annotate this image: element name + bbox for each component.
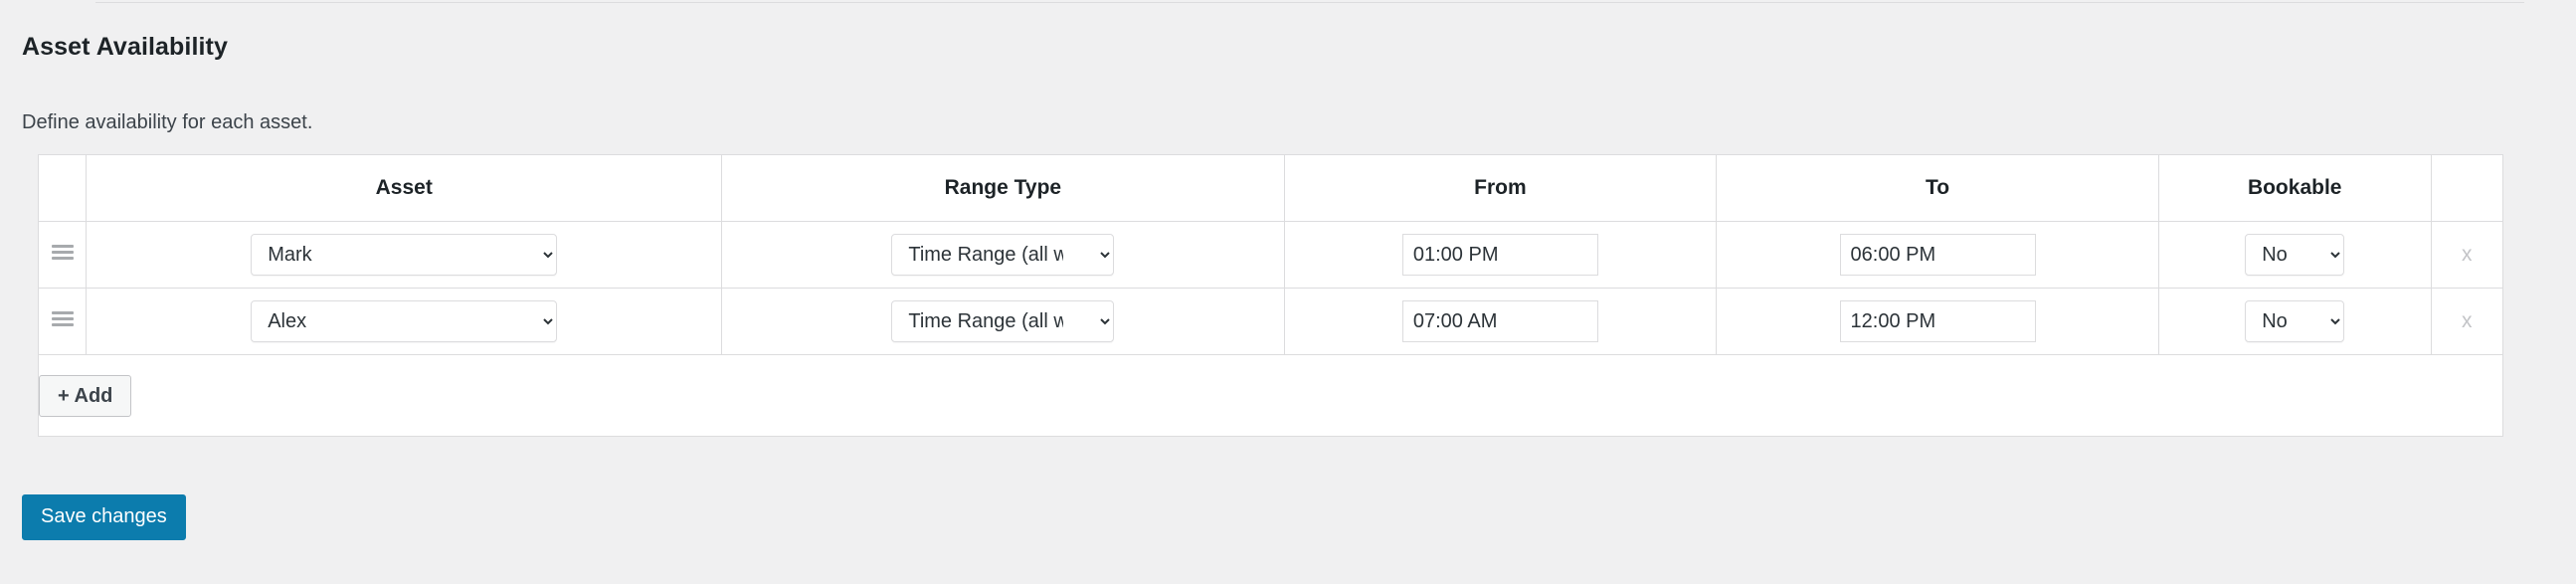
column-header-handle bbox=[37, 154, 88, 222]
asset-availability-page: Asset Availability Define availability f… bbox=[0, 0, 2576, 584]
drag-handle-icon[interactable] bbox=[51, 310, 74, 327]
from-time-input[interactable] bbox=[1401, 300, 1598, 342]
row-to-cell bbox=[1716, 288, 2159, 355]
add-row-button[interactable]: + Add bbox=[39, 374, 132, 417]
row-asset-cell: Alex bbox=[86, 288, 723, 355]
table-header: Asset Range Type From To Bookable bbox=[37, 154, 2504, 222]
column-header-asset: Asset bbox=[86, 154, 723, 222]
bookable-select[interactable]: No bbox=[2245, 300, 2345, 342]
row-handle-cell bbox=[37, 288, 88, 355]
delete-row-button[interactable]: x bbox=[2462, 244, 2473, 265]
table-footer: + Add bbox=[38, 354, 2503, 437]
column-header-delete bbox=[2430, 154, 2504, 222]
range-type-select[interactable]: Time Range (all we bbox=[891, 300, 1115, 342]
row-from-cell bbox=[1283, 288, 1718, 355]
table-header-row: Asset Range Type From To Bookable bbox=[37, 154, 2504, 222]
top-divider bbox=[95, 2, 2524, 3]
column-header-range-type: Range Type bbox=[721, 154, 1285, 222]
from-time-input[interactable] bbox=[1401, 234, 1598, 276]
table-row: Alex Time Range (all we 07:00 AM 12:00 P… bbox=[37, 288, 2504, 355]
asset-availability-table: Asset Range Type From To Bookable Mark T… bbox=[37, 154, 2504, 437]
column-header-bookable: Bookable bbox=[2157, 154, 2432, 222]
row-bookable-cell: No bbox=[2157, 288, 2432, 355]
row-range-type-cell: Time Range (all we bbox=[721, 288, 1285, 355]
range-type-select[interactable]: Time Range (all we bbox=[891, 234, 1115, 276]
row-to-cell bbox=[1716, 221, 2159, 289]
drag-handle-bar bbox=[51, 310, 74, 314]
drag-handle-bar bbox=[51, 256, 74, 260]
save-changes-button[interactable]: Save changes bbox=[22, 494, 186, 540]
column-header-from: From bbox=[1283, 154, 1718, 222]
page-title: Asset Availability bbox=[22, 32, 228, 61]
drag-handle-icon[interactable] bbox=[51, 244, 74, 261]
delete-row-button[interactable]: x bbox=[2462, 310, 2473, 331]
column-header-to: To bbox=[1716, 154, 2159, 222]
add-row-cell: + Add bbox=[38, 354, 2503, 437]
to-time-input[interactable] bbox=[1839, 300, 2036, 342]
drag-handle-bar bbox=[51, 250, 74, 254]
page-description: Define availability for each asset. bbox=[22, 111, 313, 133]
drag-handle-bar bbox=[51, 316, 74, 320]
asset-select[interactable]: Mark bbox=[251, 234, 558, 276]
row-delete-cell: x bbox=[2430, 221, 2504, 289]
row-range-type-cell: Time Range (all we bbox=[721, 221, 1285, 289]
table-row: Mark Time Range (all we 01:00 PM 06:00 P… bbox=[37, 221, 2504, 289]
row-handle-cell bbox=[37, 221, 88, 289]
row-from-cell bbox=[1283, 221, 1718, 289]
table-body: Mark Time Range (all we 01:00 PM 06:00 P… bbox=[37, 221, 2504, 355]
row-asset-cell: Mark bbox=[86, 221, 723, 289]
asset-select[interactable]: Alex bbox=[251, 300, 558, 342]
asset-availability-table-wrapper: Asset Range Type From To Bookable Mark T… bbox=[37, 154, 2504, 437]
drag-handle-bar bbox=[51, 244, 74, 248]
to-time-input[interactable] bbox=[1839, 234, 2036, 276]
row-bookable-cell: No bbox=[2157, 221, 2432, 289]
bookable-select[interactable]: No bbox=[2245, 234, 2345, 276]
table-footer-row: + Add bbox=[38, 354, 2503, 437]
row-delete-cell: x bbox=[2430, 288, 2504, 355]
drag-handle-bar bbox=[51, 322, 74, 326]
